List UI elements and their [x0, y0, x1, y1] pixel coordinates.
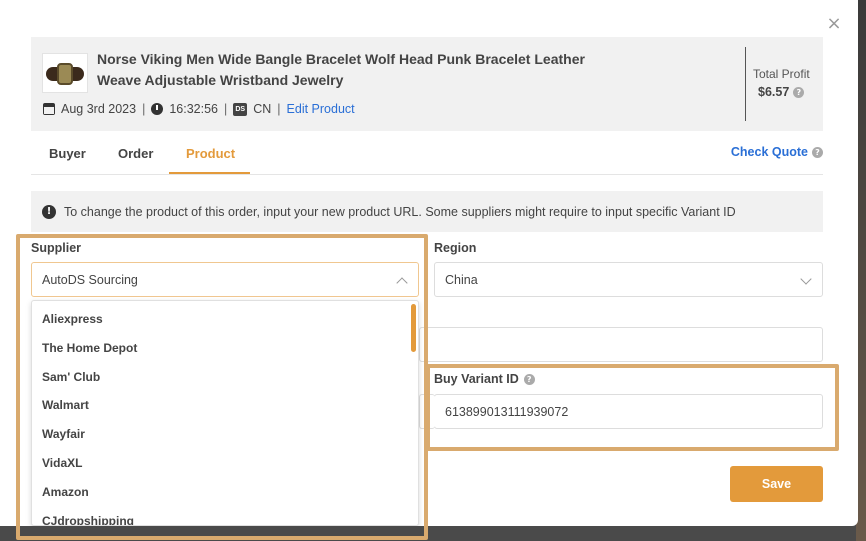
supplier-selected-value: AutoDS Sourcing	[42, 272, 138, 287]
order-date: Aug 3rd 2023	[61, 102, 137, 116]
edit-product-link[interactable]: Edit Product	[287, 102, 355, 116]
help-icon[interactable]: ?	[793, 86, 805, 98]
region-label: Region	[434, 241, 477, 255]
region-select[interactable]: China	[434, 262, 823, 297]
clock-icon	[151, 103, 164, 115]
product-thumbnail	[42, 53, 88, 93]
total-profit-value: $6.57	[758, 85, 790, 99]
total-profit: $6.57 ?	[758, 85, 805, 99]
close-icon[interactable]: ×	[826, 15, 842, 33]
tab-buyer[interactable]: Buyer	[49, 146, 86, 161]
help-icon: ?	[812, 146, 823, 158]
active-tab-indicator	[169, 172, 250, 174]
ds-badge-icon: DS	[233, 102, 248, 116]
calendar-icon	[43, 103, 55, 115]
supplier-option[interactable]: CJdropshipping	[42, 514, 134, 525]
supplier-option[interactable]: Amazon	[42, 485, 89, 499]
buy-variant-input[interactable]: 613899013111939072	[434, 394, 823, 429]
tab-bar: Buyer Order Product Check Quote ?	[31, 140, 823, 175]
save-button[interactable]: Save	[730, 466, 823, 502]
tab-product[interactable]: Product	[186, 146, 235, 161]
check-quote-link[interactable]: Check Quote ?	[731, 145, 823, 159]
info-message: To change the product of this order, inp…	[64, 204, 736, 219]
chevron-down-icon	[800, 273, 812, 285]
order-time: 16:32:56	[169, 102, 218, 116]
country-code: CN	[253, 102, 272, 116]
product-title: Norse Viking Men Wide Bangle Bracelet Wo…	[97, 51, 585, 88]
total-profit-label: Total Profit	[753, 67, 810, 81]
chevron-up-icon	[396, 277, 408, 289]
product-url-input[interactable]	[419, 327, 823, 362]
order-meta: Aug 3rd 2023 | 16:32:56 | DS CN | Edit P…	[43, 101, 355, 117]
check-quote-label: Check Quote	[730, 145, 808, 159]
edit-order-modal: × Norse Viking Men Wide Bangle Bracelet …	[0, 0, 858, 526]
supplier-option[interactable]: Aliexpress	[42, 312, 103, 326]
help-icon[interactable]: ?	[523, 373, 535, 385]
region-selected-value: China	[445, 272, 478, 287]
buy-variant-label-text: Buy Variant ID	[434, 372, 519, 386]
supplier-option[interactable]: VidaXL	[42, 456, 82, 470]
supplier-dropdown-list: Aliexpress The Home Depot Sam' Club Walm…	[31, 300, 419, 526]
dropdown-scrollbar[interactable]	[411, 304, 416, 352]
supplier-option[interactable]: The Home Depot	[42, 341, 137, 355]
info-icon: !	[42, 204, 56, 219]
divider	[745, 47, 746, 121]
supplier-label: Supplier	[31, 241, 82, 255]
buy-variant-label: Buy Variant ID ?	[434, 372, 535, 386]
supplier-option[interactable]: Walmart	[42, 398, 89, 412]
info-banner: ! To change the product of this order, i…	[31, 191, 823, 232]
supplier-option[interactable]: Wayfair	[42, 427, 85, 441]
product-summary-card: Norse Viking Men Wide Bangle Bracelet Wo…	[31, 37, 823, 131]
tab-order[interactable]: Order	[118, 146, 153, 161]
supplier-select[interactable]: AutoDS Sourcing	[31, 262, 419, 297]
supplier-option[interactable]: Sam' Club	[42, 370, 100, 384]
hidden-input-edge	[419, 394, 435, 429]
